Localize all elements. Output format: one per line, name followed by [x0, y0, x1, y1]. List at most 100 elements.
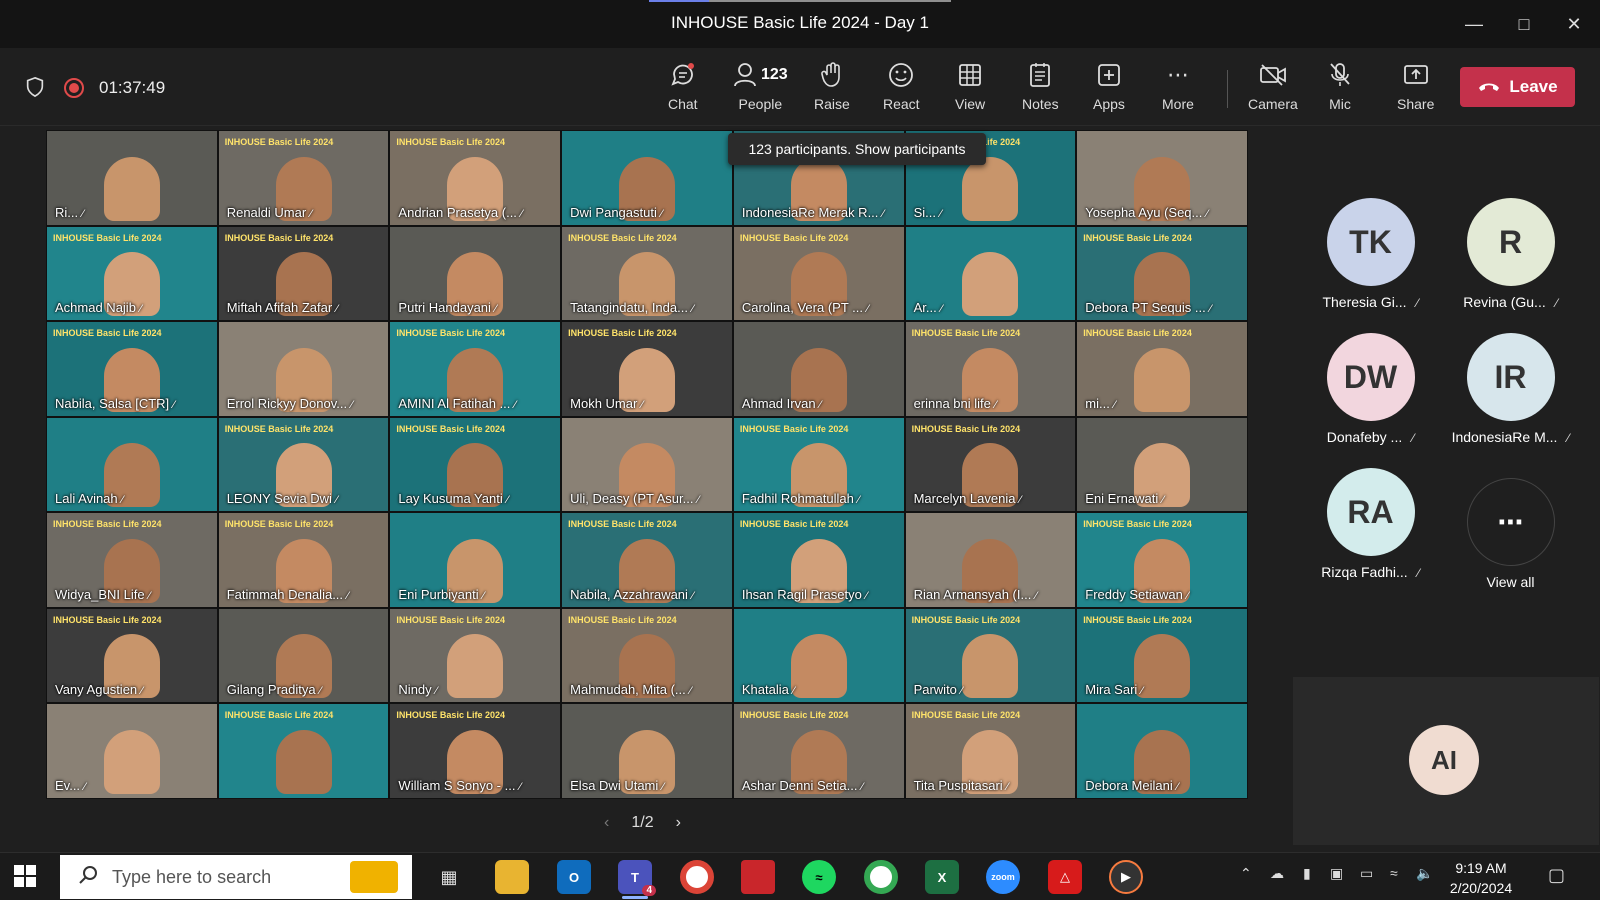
- shield-icon[interactable]: [24, 76, 46, 98]
- participant-tile[interactable]: Uli, Deasy (PT Asur... ⁄: [561, 416, 733, 513]
- chrome-profile-icon[interactable]: [864, 860, 898, 894]
- participant-tile[interactable]: Ahmad Irvan ⁄: [732, 321, 905, 417]
- next-page-icon[interactable]: ›: [676, 814, 681, 832]
- participant-tile[interactable]: INHOUSE Basic Life 2024 Widya_BNI Life ⁄: [46, 512, 218, 608]
- notes-button[interactable]: Notes: [1022, 58, 1059, 120]
- taskbar-search[interactable]: Type here to search: [60, 855, 412, 899]
- participant-tile[interactable]: INHOUSE Basic Life 2024 Mahmudah, Mita (.…: [561, 607, 733, 704]
- roster-participant[interactable]: RA Rizqa Fadhi... ⁄: [1303, 468, 1438, 580]
- apps-button[interactable]: Apps: [1093, 58, 1125, 120]
- excel-icon[interactable]: X: [925, 860, 959, 894]
- participant-tile[interactable]: INHOUSE Basic Life 2024 Mokh Umar ⁄: [561, 321, 733, 417]
- participant-tile[interactable]: INHOUSE Basic Life 2024 Fadhil Rohmatulla…: [732, 416, 905, 513]
- volume-icon[interactable]: 🔈: [1416, 865, 1433, 882]
- participant-tile[interactable]: INHOUSE Basic Life 2024 Carolina, Vera (P…: [732, 225, 905, 322]
- view-button[interactable]: View: [955, 58, 985, 120]
- mic-muted-icon: ⁄: [82, 207, 84, 220]
- participant-tile[interactable]: Khatalia ⁄: [732, 607, 905, 704]
- participant-tile[interactable]: INHOUSE Basic Life 2024 Tatangindatu, Ind…: [561, 225, 733, 322]
- participant-tile[interactable]: INHOUSE Basic Life 2024 Lay Kusuma Yanti ⁄: [389, 416, 562, 513]
- participant-tile[interactable]: INHOUSE Basic Life 2024 Ihsan Ragil Prase…: [732, 512, 905, 608]
- participant-tile[interactable]: INHOUSE Basic Life 2024 LEONY Sevia Dwi ⁄: [217, 416, 390, 513]
- prev-page-icon[interactable]: ‹: [604, 814, 609, 832]
- participant-tile[interactable]: INHOUSE Basic Life 2024 Nabila, Azzahrawa…: [561, 512, 733, 608]
- participant-tile[interactable]: INHOUSE Basic Life 2024 Miftah Afifah Zaf…: [217, 225, 390, 322]
- outlook-icon[interactable]: O: [557, 860, 591, 894]
- camera-button[interactable]: Camera: [1248, 58, 1298, 120]
- pen-icon[interactable]: ▮: [1303, 865, 1311, 882]
- participant-tile[interactable]: INHOUSE Basic Life 2024 Vany Agustien ⁄: [46, 607, 218, 704]
- participant-tile[interactable]: INHOUSE Basic Life 2024 mi... ⁄: [1076, 321, 1248, 417]
- participant-name-text: Nabila, Azzahrawani: [570, 586, 688, 602]
- participant-tile[interactable]: Rian Armansyah (I... ⁄: [904, 512, 1077, 608]
- taskbar-clock[interactable]: 9:19 AM 2/20/2024: [1438, 858, 1524, 898]
- participant-tile[interactable]: Lali Avinah ⁄: [46, 416, 218, 513]
- mic-muted-icon: ⁄: [506, 494, 509, 507]
- more-button[interactable]: ⋯ More: [1162, 58, 1194, 120]
- participant-tile[interactable]: INHOUSE Basic Life 2024 Parwito ⁄: [904, 607, 1077, 704]
- roster-participant[interactable]: TK Theresia Gi... ⁄: [1303, 198, 1438, 310]
- participant-tile[interactable]: INHOUSE Basic Life 2024 Tita Puspitasari ⁄: [904, 703, 1077, 799]
- participant-tile[interactable]: Putri Handayani ⁄: [389, 225, 562, 322]
- participant-tile[interactable]: INHOUSE Basic Life 2024 Debora PT Sequis …: [1076, 225, 1248, 322]
- participant-tile[interactable]: INHOUSE Basic Life 2024: [217, 703, 390, 799]
- participant-tile[interactable]: Errol Rickyy Donov... ⁄: [217, 321, 390, 417]
- battery-icon[interactable]: ▭: [1360, 865, 1373, 882]
- participant-tile[interactable]: INHOUSE Basic Life 2024 Nabila, Salsa [CT…: [46, 321, 218, 417]
- notifications-icon[interactable]: ▢: [1548, 865, 1565, 886]
- participant-tile[interactable]: INHOUSE Basic Life 2024 Achmad Najib ⁄: [46, 225, 218, 322]
- participant-tile[interactable]: INHOUSE Basic Life 2024 Ashar Denni Setia…: [732, 703, 905, 799]
- participant-tile[interactable]: INHOUSE Basic Life 2024 Andrian Prasetya …: [389, 130, 562, 226]
- wifi-icon[interactable]: ≈: [1390, 865, 1398, 881]
- participant-tile[interactable]: INHOUSE Basic Life 2024 Freddy Setiawan ⁄: [1076, 512, 1248, 608]
- roster-participant[interactable]: DW Donafeby ... ⁄: [1303, 333, 1438, 445]
- media-player-icon[interactable]: ▶: [1109, 860, 1143, 894]
- participant-tile[interactable]: INHOUSE Basic Life 2024 Fatimmah Denalia.…: [217, 512, 390, 608]
- roster-participant[interactable]: R Revina (Gu... ⁄: [1443, 198, 1578, 310]
- close-button[interactable]: ✕: [1550, 8, 1598, 40]
- chrome-icon[interactable]: [680, 860, 714, 894]
- acrobat-icon[interactable]: △: [1048, 860, 1082, 894]
- participant-tile[interactable]: INHOUSE Basic Life 2024 Marcelyn Lavenia ⁄: [904, 416, 1077, 513]
- participant-tile[interactable]: Ar... ⁄: [904, 225, 1077, 322]
- roster-participant[interactable]: IR IndonesiaRe M... ⁄: [1443, 333, 1578, 445]
- maximize-button[interactable]: □: [1500, 8, 1548, 40]
- windows-start-icon[interactable]: [14, 865, 36, 887]
- participant-tile[interactable]: INHOUSE Basic Life 2024 Mira Sari ⁄: [1076, 607, 1248, 704]
- zoom-icon[interactable]: zoom: [986, 860, 1020, 894]
- participant-tile[interactable]: Gilang Praditya ⁄: [217, 607, 390, 704]
- chat-button[interactable]: Chat: [668, 58, 698, 120]
- participant-tile[interactable]: INHOUSE Basic Life 2024 William S Sonyo -…: [389, 703, 562, 799]
- minimize-button[interactable]: —: [1450, 8, 1498, 40]
- slide-brand-text: INHOUSE Basic Life 2024: [1083, 328, 1192, 339]
- mic-muted-icon: ⁄: [519, 780, 522, 793]
- participant-tile[interactable]: Eni Purbiyanti ⁄: [389, 512, 562, 608]
- participant-tile[interactable]: INHOUSE Basic Life 2024 Nindy ⁄: [389, 607, 562, 704]
- meet-now-icon[interactable]: ▣: [1330, 865, 1343, 882]
- participant-tile[interactable]: Eni Ernawati ⁄: [1076, 416, 1248, 513]
- teams-icon[interactable]: T4: [618, 860, 656, 899]
- participant-tile[interactable]: Debora Meilani ⁄: [1076, 703, 1248, 799]
- security-app-icon[interactable]: [741, 860, 775, 894]
- mic-button[interactable]: Mic: [1328, 58, 1352, 120]
- participant-tile[interactable]: INHOUSE Basic Life 2024 erinna bni life ⁄: [904, 321, 1077, 417]
- participant-tile[interactable]: Elsa Dwi Utami ⁄: [561, 703, 733, 799]
- participant-tile[interactable]: Ev... ⁄: [46, 703, 218, 799]
- onedrive-icon[interactable]: ☁: [1270, 865, 1284, 882]
- people-button[interactable]: 123 People: [733, 58, 788, 120]
- spotify-icon[interactable]: ≈: [802, 860, 836, 894]
- view-all-button[interactable]: ⋯ View all: [1443, 478, 1578, 590]
- participant-tile[interactable]: INHOUSE Basic Life 2024 AMINI Al Fatihah …: [389, 321, 562, 417]
- tray-chevron-icon[interactable]: ⌃: [1240, 865, 1252, 882]
- file-explorer-icon[interactable]: [495, 860, 529, 894]
- participant-tile[interactable]: INHOUSE Basic Life 2024 Renaldi Umar ⁄: [217, 130, 390, 226]
- share-button[interactable]: Share: [1397, 58, 1434, 120]
- participant-tile[interactable]: Dwi Pangastuti ⁄: [561, 130, 733, 226]
- raise-hand-button[interactable]: Raise: [814, 58, 850, 120]
- participants-tooltip[interactable]: 123 participants. Show participants: [728, 133, 986, 165]
- task-view-icon[interactable]: ▦: [432, 860, 466, 894]
- participant-tile[interactable]: Ri... ⁄: [46, 130, 218, 226]
- leave-button[interactable]: Leave: [1460, 67, 1575, 107]
- participant-tile[interactable]: Yosepha Ayu (Seq... ⁄: [1076, 130, 1248, 226]
- react-button[interactable]: React: [883, 58, 920, 120]
